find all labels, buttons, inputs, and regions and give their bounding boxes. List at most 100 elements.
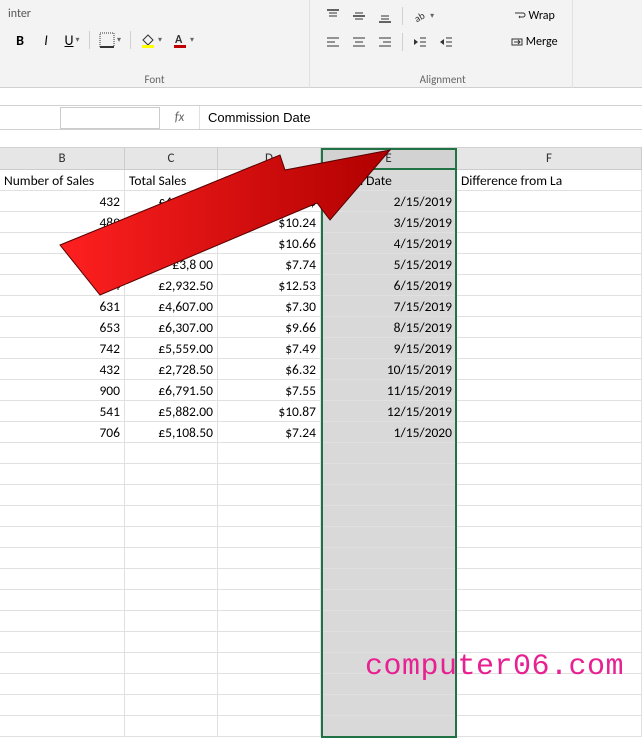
cell[interactable]: [457, 338, 642, 359]
column-header-F[interactable]: F: [457, 148, 642, 170]
cell[interactable]: [0, 569, 125, 590]
cell[interactable]: 4/15/2019: [321, 233, 457, 254]
cell[interactable]: 8/15/2019: [321, 317, 457, 338]
cell[interactable]: $10.24: [218, 212, 321, 233]
cell[interactable]: [218, 443, 321, 464]
cell[interactable]: 489: [0, 212, 125, 233]
cell[interactable]: Total Sales: [125, 170, 218, 191]
cell[interactable]: [321, 527, 457, 548]
cell[interactable]: Number of Sales: [0, 170, 125, 191]
border-button[interactable]: ▾: [95, 29, 125, 51]
cell[interactable]: [125, 590, 218, 611]
cell[interactable]: [457, 380, 642, 401]
cell[interactable]: [457, 296, 642, 317]
cell[interactable]: [321, 506, 457, 527]
cell[interactable]: [0, 653, 125, 674]
cell[interactable]: £5,882.00: [125, 401, 218, 422]
spreadsheet-grid[interactable]: BCDEF Number of SalesTotal SalesAverage …: [0, 148, 642, 737]
cell[interactable]: £4,607.00: [125, 296, 218, 317]
cell[interactable]: [0, 716, 125, 737]
cell[interactable]: 432: [0, 191, 125, 212]
cell[interactable]: [218, 464, 321, 485]
cell[interactable]: [321, 464, 457, 485]
column-header-D[interactable]: D: [218, 148, 321, 170]
cell[interactable]: [321, 485, 457, 506]
underline-button[interactable]: U▾: [60, 29, 84, 51]
cell[interactable]: [457, 485, 642, 506]
cell[interactable]: $10.87: [218, 401, 321, 422]
cell[interactable]: [457, 317, 642, 338]
fill-color-button[interactable]: ▾: [136, 29, 166, 51]
cell[interactable]: 653: [0, 317, 125, 338]
cell[interactable]: [457, 443, 642, 464]
cell[interactable]: [125, 548, 218, 569]
cell[interactable]: [125, 527, 218, 548]
cell[interactable]: $7.30: [218, 296, 321, 317]
cell[interactable]: [125, 464, 218, 485]
cell[interactable]: [457, 548, 642, 569]
cell[interactable]: £8,474.50: [125, 233, 218, 254]
decrease-indent-button[interactable]: [408, 31, 432, 53]
cell[interactable]: 6/15/2019: [321, 275, 457, 296]
cell[interactable]: [457, 359, 642, 380]
cell[interactable]: [457, 569, 642, 590]
align-middle-button[interactable]: [347, 5, 371, 27]
formula-input[interactable]: [200, 107, 642, 129]
cell[interactable]: 742: [0, 338, 125, 359]
cell[interactable]: [0, 443, 125, 464]
cell[interactable]: [218, 590, 321, 611]
cell[interactable]: 631: [0, 296, 125, 317]
cell[interactable]: $12.53: [218, 275, 321, 296]
cell[interactable]: [457, 590, 642, 611]
cell[interactable]: £5,006.50: [125, 212, 218, 233]
cell[interactable]: £6,791.50: [125, 380, 218, 401]
align-bottom-button[interactable]: [373, 5, 397, 27]
cell[interactable]: 2/15/2019: [321, 191, 457, 212]
cell[interactable]: $10.66: [218, 233, 321, 254]
cell[interactable]: [125, 674, 218, 695]
cell[interactable]: [125, 632, 218, 653]
cell[interactable]: [218, 653, 321, 674]
cell[interactable]: [457, 527, 642, 548]
cell[interactable]: £3,8 00: [125, 254, 218, 275]
cell[interactable]: £4,026.00: [125, 191, 218, 212]
cell[interactable]: [218, 485, 321, 506]
cell[interactable]: [321, 443, 457, 464]
font-color-button[interactable]: A ▾: [168, 29, 198, 51]
wrap-text-button[interactable]: Wrap: [504, 5, 564, 27]
cell[interactable]: [321, 569, 457, 590]
cell[interactable]: [218, 674, 321, 695]
cell[interactable]: $9.66: [218, 317, 321, 338]
cell[interactable]: [125, 695, 218, 716]
cell[interactable]: 706: [0, 422, 125, 443]
cell[interactable]: £5,108.50: [125, 422, 218, 443]
cell[interactable]: 7/15/2019: [321, 296, 457, 317]
cell[interactable]: [125, 506, 218, 527]
cell[interactable]: [125, 569, 218, 590]
cell[interactable]: [0, 506, 125, 527]
italic-button[interactable]: I: [34, 29, 58, 51]
cell[interactable]: Difference from La: [457, 170, 642, 191]
cell[interactable]: 12/15/2019: [321, 401, 457, 422]
cell[interactable]: $7.74: [218, 254, 321, 275]
cell[interactable]: $7.55: [218, 380, 321, 401]
cell[interactable]: [457, 275, 642, 296]
cell[interactable]: [218, 716, 321, 737]
cell[interactable]: [218, 569, 321, 590]
cell[interactable]: [321, 695, 457, 716]
cell[interactable]: £2,932.50: [125, 275, 218, 296]
merge-button[interactable]: Merge: [504, 31, 564, 53]
name-box[interactable]: [60, 107, 160, 129]
cell[interactable]: [0, 611, 125, 632]
cell[interactable]: [457, 506, 642, 527]
cell[interactable]: [457, 422, 642, 443]
cell[interactable]: [125, 653, 218, 674]
cell[interactable]: [0, 548, 125, 569]
cell[interactable]: [457, 401, 642, 422]
cell[interactable]: £5,559.00: [125, 338, 218, 359]
bold-button[interactable]: B: [8, 29, 32, 51]
cell[interactable]: [321, 716, 457, 737]
cell[interactable]: [125, 611, 218, 632]
cell[interactable]: [457, 212, 642, 233]
increase-indent-button[interactable]: [434, 31, 458, 53]
